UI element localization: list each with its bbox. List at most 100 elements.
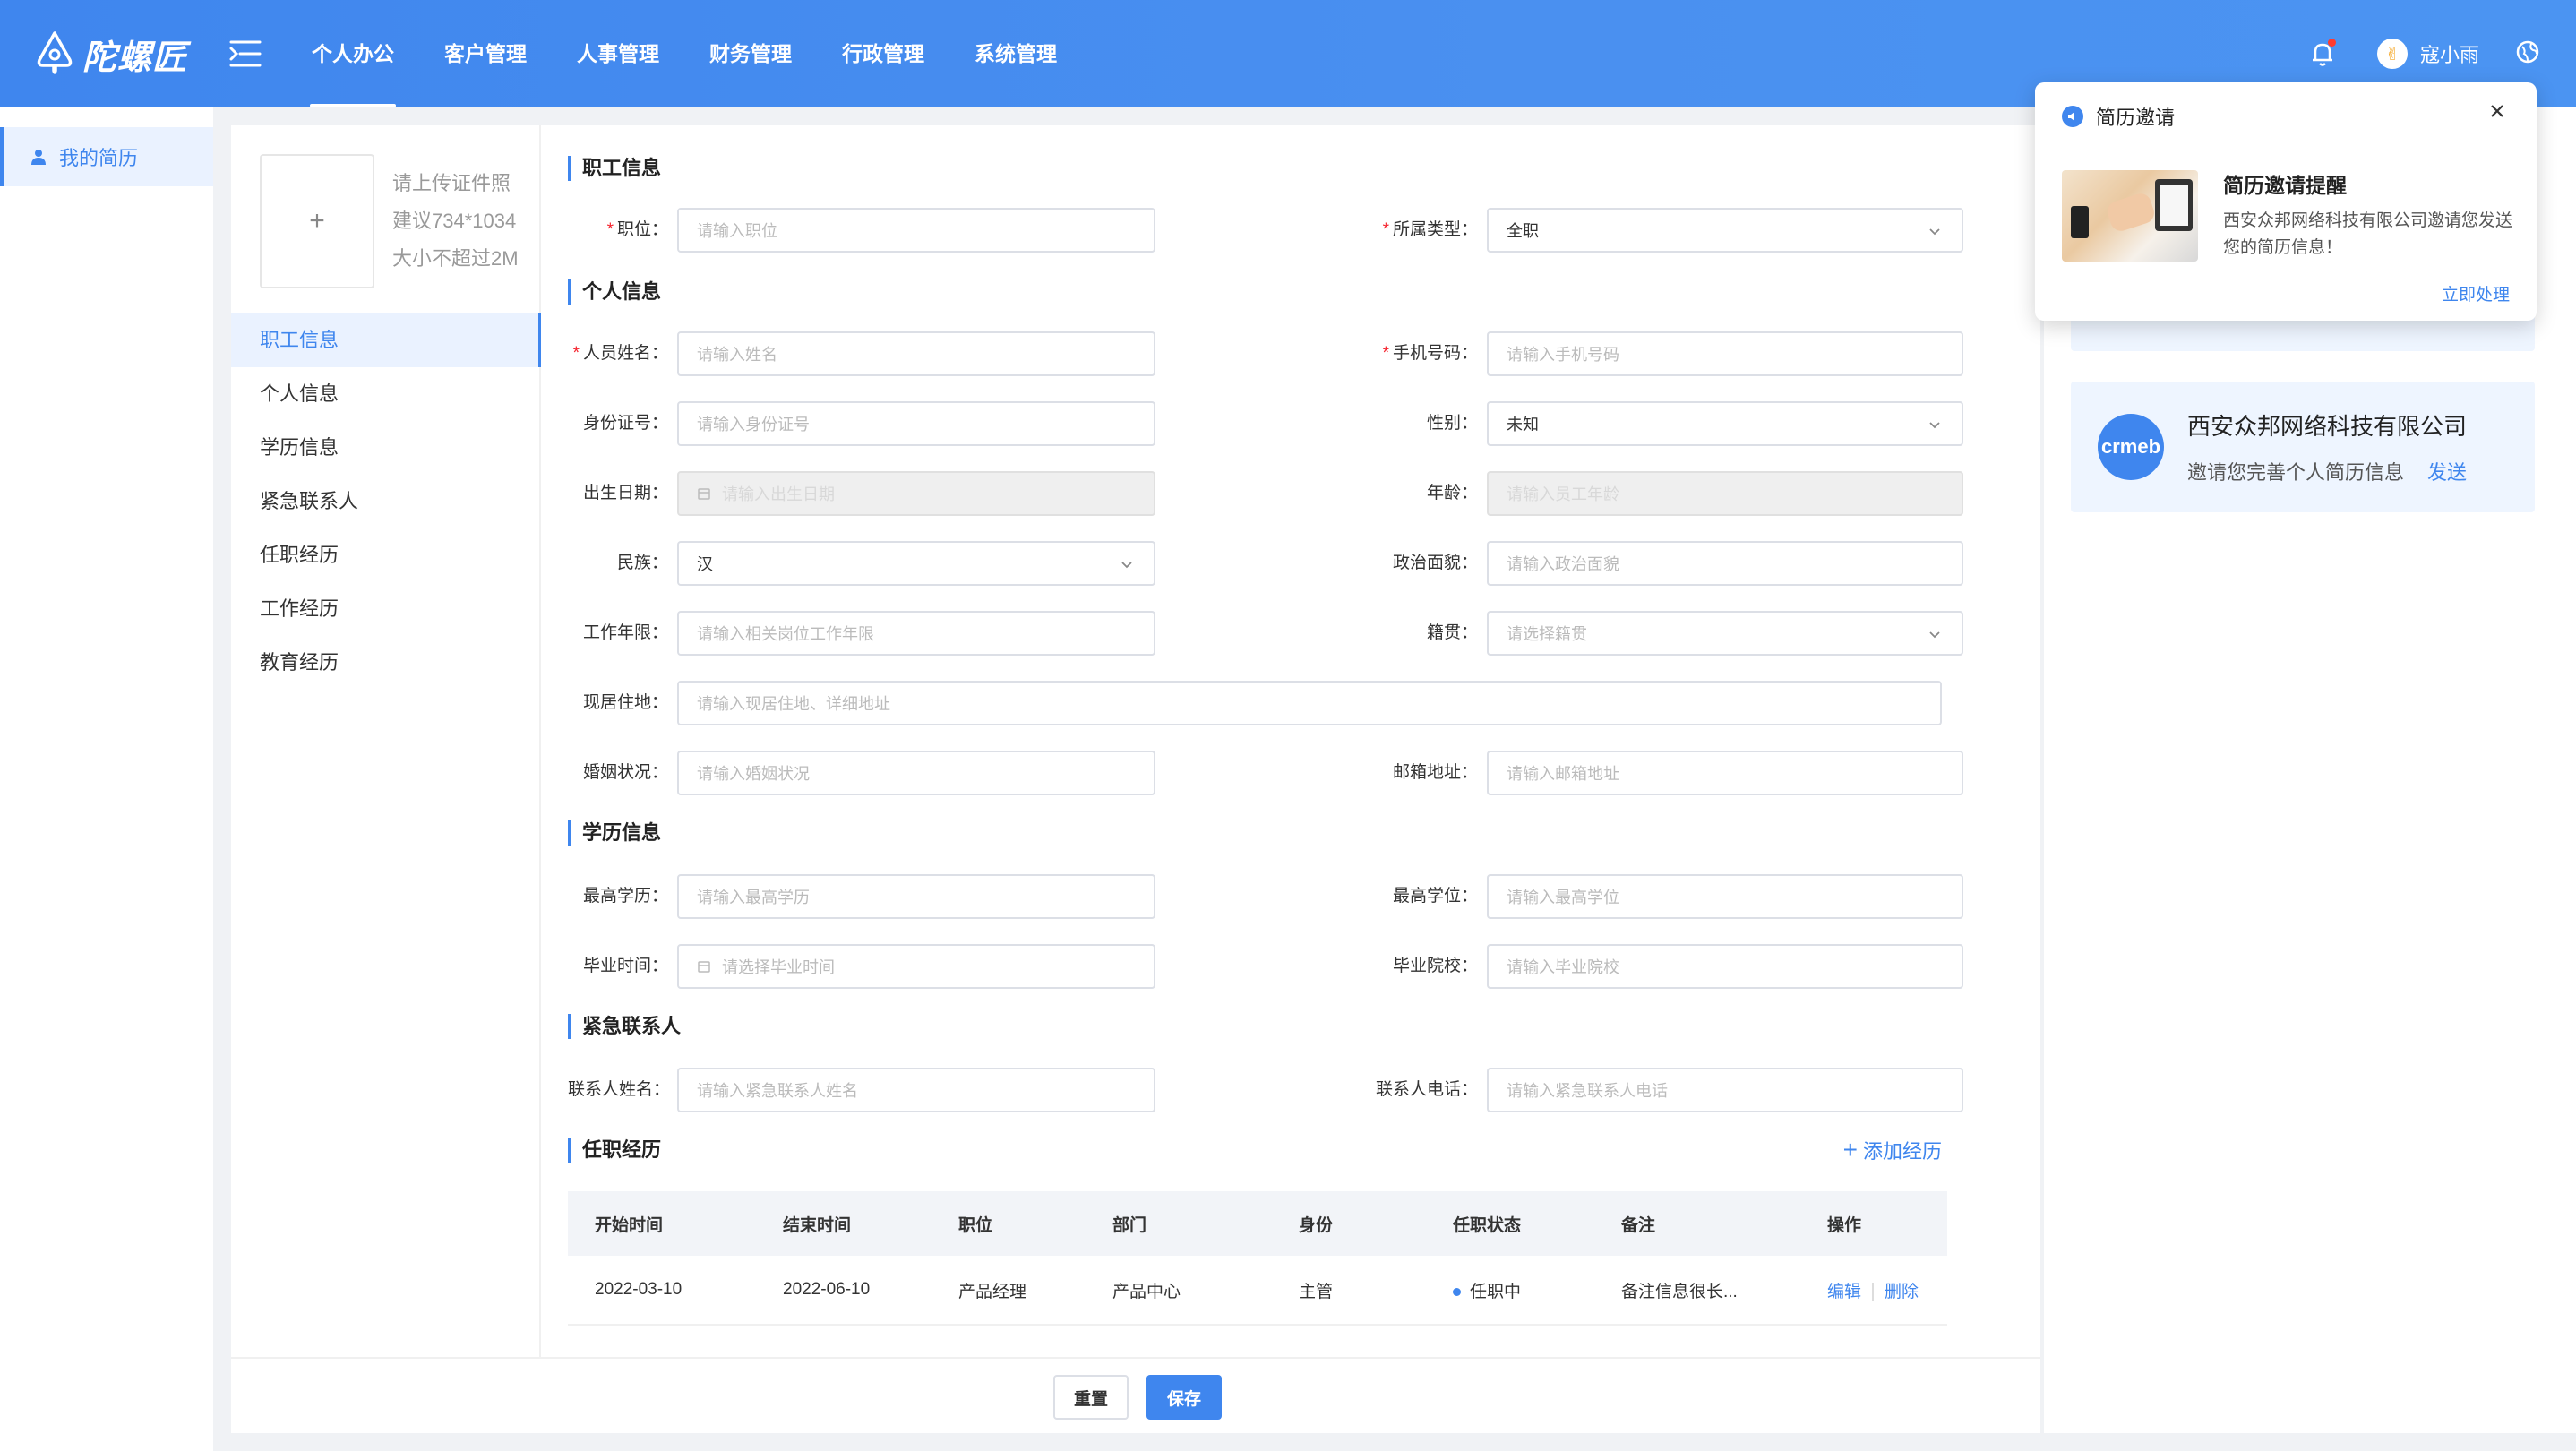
column-header: 备注 [1621,1215,1656,1235]
position-label: 职位： [616,220,668,239]
plus-icon: + [1842,1136,1858,1163]
delete-link[interactable]: 删除 [1885,1283,1919,1301]
work-years-label: 工作年限： [582,623,668,642]
status-text: 任职中 [1470,1282,1522,1301]
plus-icon: + [309,206,325,236]
speaker-icon [2062,106,2083,127]
nav-item-personal-office[interactable]: 个人办公 [287,0,419,107]
message-text: 邀请您完善个人简历信息 发送 [2187,457,2467,485]
age-input[interactable]: 请输入员工年龄 [1487,471,1963,516]
grad-time-input[interactable]: 请选择毕业时间 [677,944,1155,989]
birthday-input[interactable]: 请输入出生日期 [677,471,1155,516]
photo-hint: 大小不超过2M [392,247,519,270]
username[interactable]: 寇小雨 [2420,39,2479,68]
section-title-history: 任职经历 [568,1138,661,1163]
section-title-emergency: 紧急联系人 [568,1014,681,1039]
marital-label: 婚姻状况： [582,763,668,782]
process-now-link[interactable]: 立即处理 [2442,281,2510,305]
cell-dept: 产品中心 [1112,1282,1181,1301]
photo-hints: 请上传证件照 建议734*1034 大小不超过2M [392,165,519,278]
divider [1872,1283,1875,1301]
name-input[interactable]: 请输入姓名 [677,331,1155,376]
column-header: 部门 [1112,1215,1147,1235]
handshake-image [2062,170,2198,262]
form-row: 最高学历： 请输入最高学历 最高学位： 请输入最高学位 [568,874,1963,919]
nav-item-finance[interactable]: 财务管理 [684,0,817,107]
resume-section-nav: + 请上传证件照 建议734*1034 大小不超过2M 职工信息 个人信息 学历… [231,125,541,1357]
contact-phone-input[interactable]: 请输入紧急联系人电话 [1487,1068,1963,1112]
send-link[interactable]: 发送 [2427,461,2467,484]
required-mark: * [1382,220,1389,239]
tab-personal-info[interactable]: 个人信息 [231,367,541,421]
resume-card: + 请上传证件照 建议734*1034 大小不超过2M 职工信息 个人信息 学历… [231,125,2040,1433]
ethnicity-select[interactable]: 汉 [677,541,1155,586]
gender-select[interactable]: 未知 [1487,401,1963,446]
avatar[interactable]: ✌ [2376,39,2408,69]
email-input[interactable]: 请输入邮箱地址 [1487,751,1963,795]
native-label: 籍贯： [1426,623,1478,642]
marital-input[interactable]: 请输入婚姻状况 [677,751,1155,795]
cell-end: 2022-06-10 [783,1280,871,1299]
native-placeholder: 请选择籍贯 [1507,625,1587,643]
column-header: 结束时间 [783,1215,852,1235]
add-experience-button[interactable]: + 添加经历 [1843,1136,1942,1164]
form-row: 民族： 汉 政治面貌： 请输入政治面貌 [568,541,1963,586]
tab-education-history[interactable]: 教育经历 [231,636,541,690]
work-years-input[interactable]: 请输入相关岗位工作年限 [677,611,1155,656]
tab-education-info[interactable]: 学历信息 [231,421,541,475]
globe-icon[interactable] [2515,39,2540,69]
nav-item-system[interactable]: 系统管理 [949,0,1082,107]
contact-name-label: 联系人姓名： [568,1080,671,1099]
form-footer: 重置 保存 [231,1357,2040,1433]
sidebar: 我的简历 [0,107,213,1451]
school-input[interactable]: 请输入毕业院校 [1487,944,1963,989]
address-input[interactable]: 请输入现居住地、详细地址 [677,681,1942,726]
column-header: 操作 [1827,1215,1862,1235]
menu-toggle-icon[interactable] [228,38,263,70]
gender-label: 性别： [1426,414,1478,433]
message-card[interactable]: crmeb 西安众邦网络科技有限公司 邀请您完善个人简历信息 发送 [2071,382,2535,512]
birthday-placeholder: 请输入出生日期 [722,485,835,503]
reset-button[interactable]: 重置 [1053,1375,1129,1420]
edit-link[interactable]: 编辑 [1827,1283,1861,1301]
resume-form: 职工信息 * 职位： 请输入职位 * 所属类型： 全职 个人信息 * 人员姓名： 请输… [568,125,1963,1357]
required-mark: * [606,220,614,239]
academic-degree-input[interactable]: 请输入最高学位 [1487,874,1963,919]
phone-input[interactable]: 请输入手机号码 [1487,331,1963,376]
idcard-input[interactable]: 请输入身份证号 [677,401,1155,446]
type-value: 全职 [1507,222,1539,240]
photo-hint: 建议734*1034 [392,210,517,232]
app-logo[interactable]: 陀螺匠 [32,27,187,81]
tab-position-history[interactable]: 任职经历 [231,528,541,582]
column-header: 开始时间 [595,1215,664,1235]
tab-emergency-contact[interactable]: 紧急联系人 [231,475,541,528]
form-row: 身份证号： 请输入身份证号 性别： 未知 [568,401,1963,446]
table-row: 2022-03-10 2022-06-10 产品经理 产品中心 主管 任职中 备… [568,1256,1947,1326]
section-title-job: 职工信息 [568,156,661,181]
section-title-education: 学历信息 [568,820,661,846]
save-button[interactable]: 保存 [1146,1375,1222,1420]
photo-hint: 请上传证件照 [392,172,511,194]
position-input[interactable]: 请输入职位 [677,208,1155,253]
native-select[interactable]: 请选择籍贯 [1487,611,1963,656]
nav-item-customers[interactable]: 客户管理 [419,0,552,107]
nav-item-hr[interactable]: 人事管理 [552,0,684,107]
add-experience-label: 添加经历 [1862,1140,1942,1163]
age-label: 年龄： [1426,484,1478,502]
tab-job-info[interactable]: 职工信息 [231,313,541,367]
type-select[interactable]: 全职 [1487,208,1963,253]
tab-work-history[interactable]: 工作经历 [231,582,541,636]
degree-input[interactable]: 请输入最高学历 [677,874,1155,919]
logo-text: 陀螺匠 [82,39,188,77]
section-title-personal: 个人信息 [568,279,661,305]
academic-degree-label: 最高学位： [1392,887,1478,906]
politics-input[interactable]: 请输入政治面貌 [1487,541,1963,586]
contact-name-input[interactable]: 请输入紧急联系人姓名 [677,1068,1155,1112]
form-row: 毕业时间： 请选择毕业时间 毕业院校： 请输入毕业院校 [568,944,1963,989]
bell-icon[interactable] [2307,39,2338,69]
close-icon[interactable] [2488,102,2510,124]
sidebar-item-my-resume[interactable]: 我的简历 [0,127,213,186]
cell-actions: 编辑 删除 [1800,1278,1947,1302]
nav-item-admin[interactable]: 行政管理 [817,0,949,107]
photo-upload[interactable]: + [260,154,374,288]
